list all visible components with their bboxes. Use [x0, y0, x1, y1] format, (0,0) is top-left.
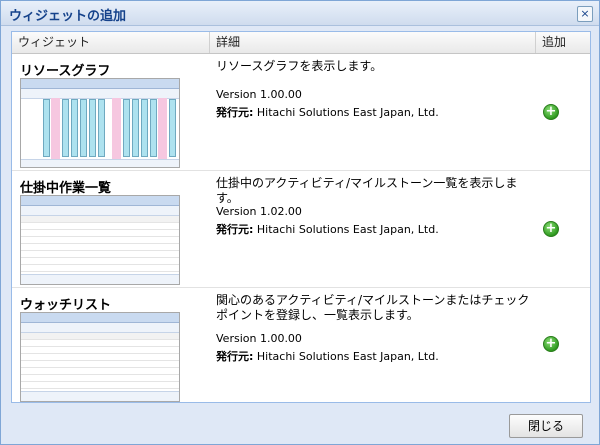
- widget-description: リソースグラフを表示します。: [216, 59, 383, 73]
- add-icon[interactable]: +: [543, 336, 559, 352]
- publisher-value: Hitachi Solutions East Japan, Ltd.: [256, 350, 439, 363]
- column-header-details[interactable]: 詳細: [210, 32, 536, 53]
- widget-version: Version 1.00.00: [216, 88, 302, 101]
- widget-row: ウォッチリスト 関心のあるアクティビティ/マイルストーンまたはチェックポイントを…: [12, 288, 590, 402]
- dialog-titlebar[interactable]: ウィジェットの追加 ×: [1, 1, 599, 26]
- widget-row: 仕掛中作業一覧 仕掛中のアクティビティ/マイルストーン一覧を表示します。 Ver…: [12, 171, 590, 288]
- widget-list-panel: ウィジェット 詳細 追加 リソースグラフ リソースグラフを表示します。 Vers…: [11, 31, 591, 403]
- widget-name: リソースグラフ: [20, 64, 111, 79]
- widget-version: Version 1.00.00: [216, 332, 302, 345]
- publisher-label: 発行元:: [216, 223, 254, 236]
- widget-publisher: 発行元: Hitachi Solutions East Japan, Ltd.: [216, 104, 439, 120]
- widget-version: Version 1.02.00: [216, 205, 302, 218]
- table-header: ウィジェット 詳細 追加: [12, 32, 590, 54]
- widget-thumbnail: [20, 195, 180, 285]
- publisher-label: 発行元:: [216, 106, 254, 119]
- widget-description: 関心のあるアクティビティ/マイルストーンまたはチェックポイントを登録し、一覧表示…: [216, 293, 530, 322]
- widget-name: 仕掛中作業一覧: [20, 181, 112, 196]
- column-header-widget[interactable]: ウィジェット: [12, 32, 210, 53]
- publisher-value: Hitachi Solutions East Japan, Ltd.: [256, 106, 439, 119]
- publisher-value: Hitachi Solutions East Japan, Ltd.: [256, 223, 439, 236]
- add-widget-dialog: ウィジェットの追加 × ウィジェット 詳細 追加 リソースグラフ リソースグラフ…: [0, 0, 600, 445]
- add-icon[interactable]: +: [543, 221, 559, 237]
- dialog-title: ウィジェットの追加: [9, 9, 127, 24]
- close-icon[interactable]: ×: [577, 6, 593, 22]
- widget-publisher: 発行元: Hitachi Solutions East Japan, Ltd.: [216, 348, 439, 364]
- widget-row: リソースグラフ リソースグラフを表示します。 Version 1.00.00 発…: [12, 54, 590, 171]
- add-icon[interactable]: +: [543, 104, 559, 120]
- close-button[interactable]: 閉じる: [509, 414, 583, 438]
- widget-thumbnail: [20, 312, 180, 402]
- widget-thumbnail: [20, 78, 180, 168]
- column-header-add[interactable]: 追加: [536, 32, 590, 53]
- widget-name: ウォッチリスト: [20, 298, 112, 313]
- widget-publisher: 発行元: Hitachi Solutions East Japan, Ltd.: [216, 221, 439, 237]
- widget-description: 仕掛中のアクティビティ/マイルストーン一覧を表示します。: [216, 176, 518, 205]
- publisher-label: 発行元:: [216, 350, 254, 363]
